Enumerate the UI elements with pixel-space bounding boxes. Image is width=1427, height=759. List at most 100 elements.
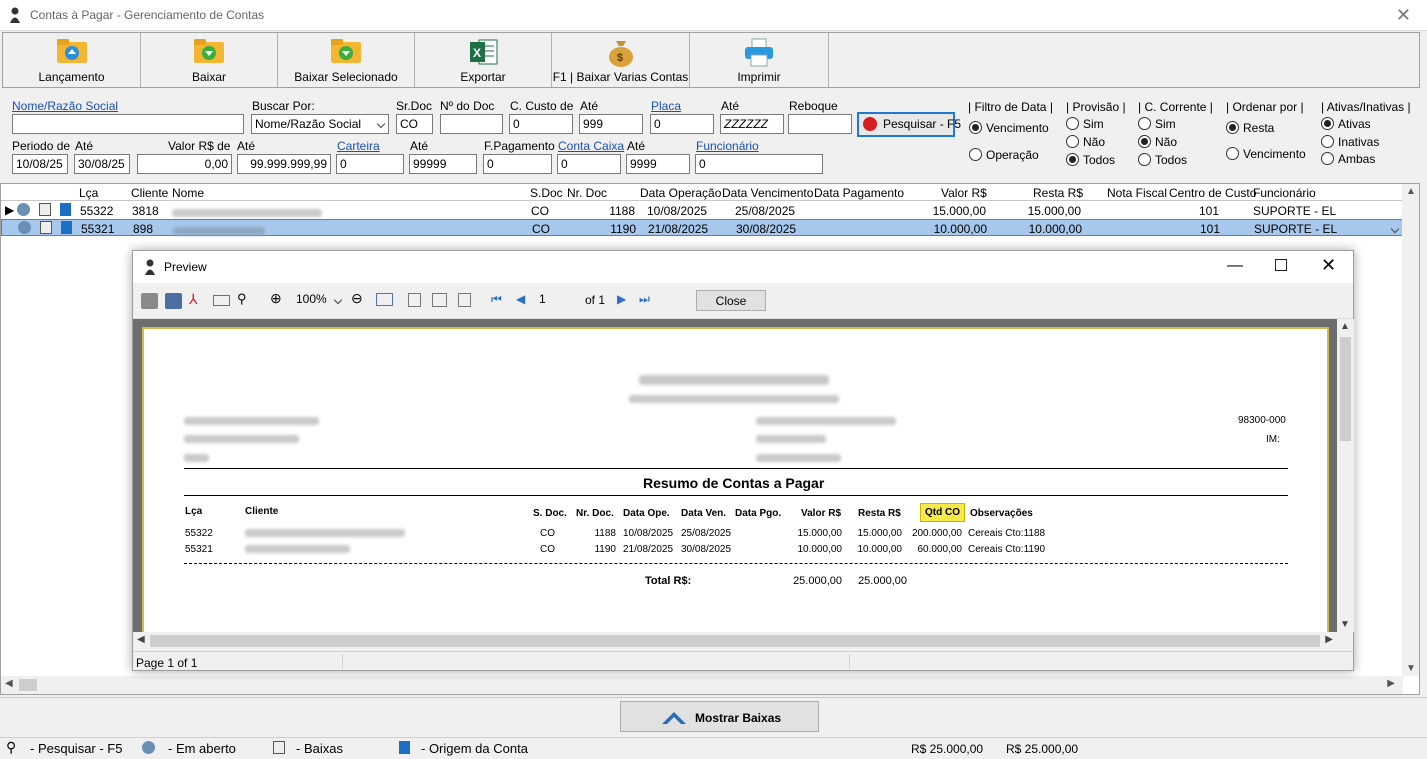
periodo-ate-input[interactable]: 30/08/25 bbox=[74, 154, 130, 174]
buscar-por-select[interactable]: Nome/Razão Social bbox=[251, 114, 389, 134]
col-nrdoc[interactable]: Nr. Doc bbox=[567, 186, 607, 200]
placa-input[interactable]: 0 bbox=[650, 114, 714, 134]
zoom-in-icon[interactable]: ⊕ bbox=[270, 290, 287, 306]
preview-horizontal-scrollbar[interactable]: ◀ ▶ bbox=[133, 632, 1337, 650]
valor-ate-input[interactable]: 99.999.999,99 bbox=[237, 154, 331, 174]
print-icon[interactable] bbox=[141, 293, 158, 309]
close-icon[interactable]: ✕ bbox=[1321, 255, 1336, 276]
col-data-operacao[interactable]: Data Operação bbox=[640, 186, 721, 200]
ativas-radio[interactable]: Ativas bbox=[1321, 117, 1371, 131]
minimize-icon[interactable]: — bbox=[1227, 257, 1243, 275]
col-nome[interactable]: Nome bbox=[172, 186, 204, 200]
close-icon[interactable]: ✕ bbox=[1396, 5, 1411, 26]
zoom-select[interactable]: 100% bbox=[293, 291, 345, 309]
zoom-out-icon[interactable]: ⊖ bbox=[351, 290, 368, 306]
prev-page-icon[interactable]: ◀ bbox=[516, 292, 533, 308]
scroll-right-icon[interactable]: ▶ bbox=[1387, 678, 1395, 689]
nome-label[interactable]: Nome/Razão Social bbox=[12, 99, 118, 113]
srdoc-input[interactable]: CO bbox=[396, 114, 433, 134]
filtro-operacao-radio[interactable]: Operação bbox=[969, 148, 1039, 162]
col-funcionario[interactable]: Funcionário bbox=[1253, 186, 1316, 200]
save-icon[interactable] bbox=[165, 293, 182, 309]
ordenar-resta-radio[interactable]: Resta bbox=[1226, 121, 1274, 135]
grid-vertical-scrollbar[interactable]: ▲ ▼ bbox=[1402, 184, 1419, 676]
folder-down-icon bbox=[193, 38, 225, 64]
fpagamento-input[interactable]: 0 bbox=[483, 154, 552, 174]
periodo-input[interactable]: 10/08/25 bbox=[12, 154, 68, 174]
conta-caixa-label[interactable]: Conta Caixa bbox=[558, 139, 624, 153]
valor-input[interactable]: 0,00 bbox=[137, 154, 232, 174]
provisao-nao-radio[interactable]: Não bbox=[1066, 135, 1105, 149]
single-page-icon[interactable] bbox=[408, 293, 421, 307]
carteira-label[interactable]: Carteira bbox=[337, 139, 380, 153]
scroll-down-icon[interactable]: ▼ bbox=[1340, 619, 1350, 630]
email-icon[interactable] bbox=[213, 295, 230, 306]
page-setup-icon[interactable] bbox=[458, 293, 471, 307]
carteira-input[interactable]: 0 bbox=[336, 154, 404, 174]
funcionario-label[interactable]: Funcionário bbox=[696, 139, 759, 153]
baixar-button[interactable]: Baixar bbox=[141, 33, 278, 87]
reboque-input[interactable] bbox=[788, 114, 852, 134]
mostrar-baixas-button[interactable]: Mostrar Baixas bbox=[620, 701, 819, 732]
scroll-right-icon[interactable]: ▶ bbox=[1325, 634, 1333, 645]
col-data-vencimento[interactable]: Data Vencimento bbox=[722, 186, 813, 200]
imprimir-button[interactable]: Imprimir bbox=[690, 33, 829, 87]
first-page-icon[interactable]: ⏮ bbox=[491, 292, 508, 308]
pesquisar-button[interactable]: Pesquisar - F5 bbox=[857, 112, 961, 137]
scroll-left-icon[interactable]: ◀ bbox=[137, 634, 145, 645]
table-row[interactable]: ▶ 55322 3818 CO 1188 10/08/2025 25/08/20… bbox=[1, 202, 1403, 219]
baixar-selecionado-button[interactable]: Baixar Selecionado bbox=[278, 33, 415, 87]
funcionario-input[interactable]: 0 bbox=[695, 154, 823, 174]
col-nota-fiscal[interactable]: Nota Fiscal bbox=[1107, 186, 1167, 200]
placa-label[interactable]: Placa bbox=[651, 99, 681, 113]
two-page-icon[interactable] bbox=[432, 293, 447, 307]
close-button[interactable]: Close bbox=[696, 290, 766, 311]
ndoc-input[interactable] bbox=[440, 114, 503, 134]
placa-ate-input[interactable]: ZZZZZZ bbox=[720, 114, 784, 134]
buscar-por-label: Buscar Por: bbox=[252, 99, 315, 113]
scroll-thumb[interactable] bbox=[1340, 337, 1351, 441]
ordenar-vencimento-radio[interactable]: Vencimento bbox=[1226, 147, 1306, 161]
exportar-button[interactable]: X Exportar bbox=[415, 33, 552, 87]
table-row-selected[interactable]: 55321 898 CO 1190 21/08/2025 30/08/2025 … bbox=[1, 219, 1403, 236]
scroll-up-icon[interactable]: ▲ bbox=[1406, 186, 1416, 197]
pdf-icon[interactable]: ⅄ bbox=[189, 291, 206, 307]
scroll-up-icon[interactable]: ▲ bbox=[1340, 321, 1350, 332]
last-page-icon[interactable]: ⏭ bbox=[639, 292, 656, 308]
col-lca[interactable]: Lça bbox=[79, 186, 98, 200]
ambas-radio[interactable]: Ambas bbox=[1321, 152, 1375, 166]
col-data-pagamento[interactable]: Data Pagamento bbox=[814, 186, 904, 200]
preview-vertical-scrollbar[interactable]: ▲ ▼ bbox=[1337, 319, 1354, 632]
ccorrente-nao-radio[interactable]: Não bbox=[1138, 135, 1177, 149]
provisao-sim-radio[interactable]: Sim bbox=[1066, 117, 1104, 131]
conta-caixa-ate-input[interactable]: 9999 bbox=[626, 154, 690, 174]
grid-horizontal-scrollbar[interactable]: ◀ ▶ bbox=[1, 676, 1403, 694]
ccusto-input[interactable]: 0 bbox=[509, 114, 573, 134]
col-cliente[interactable]: Cliente bbox=[131, 186, 168, 200]
ccorrente-sim-radio[interactable]: Sim bbox=[1138, 117, 1176, 131]
scroll-left-icon[interactable]: ◀ bbox=[5, 678, 13, 689]
scroll-thumb[interactable] bbox=[150, 635, 1320, 647]
conta-caixa-input[interactable]: 0 bbox=[557, 154, 621, 174]
money-bag-icon: $ bbox=[605, 38, 637, 67]
maximize-icon[interactable] bbox=[1275, 259, 1287, 271]
col-centro-custo[interactable]: Centro de Custo bbox=[1169, 186, 1256, 200]
col-sdoc[interactable]: S.Doc bbox=[530, 186, 563, 200]
scroll-thumb[interactable] bbox=[19, 679, 37, 691]
filtro-vencimento-radio[interactable]: Vencimento bbox=[969, 121, 1049, 135]
carteira-ate-input[interactable]: 99999 bbox=[409, 154, 477, 174]
scroll-down-icon[interactable]: ▼ bbox=[1406, 663, 1416, 674]
col-resta[interactable]: Resta R$ bbox=[1033, 186, 1083, 200]
ccusto-ate-input[interactable]: 999 bbox=[579, 114, 643, 134]
fit-page-icon[interactable] bbox=[376, 293, 393, 306]
lancamento-button[interactable]: Lançamento bbox=[3, 33, 141, 87]
find-icon[interactable]: ⚲ bbox=[237, 291, 254, 307]
nome-input[interactable] bbox=[12, 114, 244, 134]
next-page-icon[interactable]: ▶ bbox=[617, 292, 634, 308]
provisao-todos-radio[interactable]: Todos bbox=[1066, 153, 1115, 167]
page-number-input[interactable]: 1 bbox=[535, 291, 579, 309]
inativas-radio[interactable]: Inativas bbox=[1321, 135, 1379, 149]
col-valor[interactable]: Valor R$ bbox=[941, 186, 987, 200]
baixar-varias-button[interactable]: $ F1 | Baixar Varias Contas bbox=[552, 33, 690, 87]
ccorrente-todos-radio[interactable]: Todos bbox=[1138, 153, 1187, 167]
